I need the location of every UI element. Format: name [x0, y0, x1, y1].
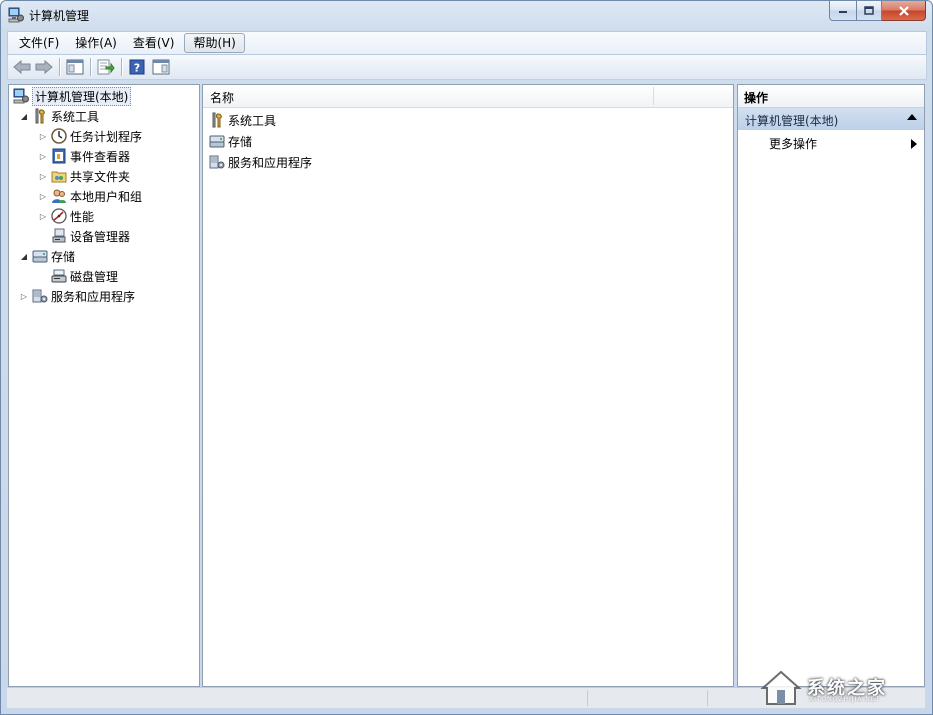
- watermark-subtext: XITONGZHIJIA.NET: [809, 696, 881, 703]
- more-actions-label: 更多操作: [769, 137, 818, 151]
- export-list-button[interactable]: [96, 57, 116, 77]
- watermark-logo: 系统之家 XITONGZHIJIA.NET: [759, 668, 924, 708]
- tree-label: 设备管理器: [70, 229, 131, 244]
- svg-text:?: ?: [134, 62, 140, 75]
- services-icon: [32, 289, 48, 303]
- expand-arrow-icon[interactable]: ▷: [38, 211, 48, 221]
- event-viewer-icon: [52, 148, 66, 164]
- tree-label: 服务和应用程序: [51, 289, 136, 304]
- expand-arrow-icon[interactable]: ▷: [38, 191, 48, 201]
- tree-label: 性能: [70, 209, 95, 224]
- tree-label: 计算机管理(本地): [32, 86, 132, 106]
- tree-label: 存储: [51, 249, 76, 264]
- actions-section-label: 计算机管理(本地): [745, 114, 839, 128]
- status-divider: [587, 690, 588, 706]
- back-arrow-icon: [13, 60, 31, 74]
- tools-icon: [35, 108, 45, 124]
- show-hide-action-pane-button[interactable]: [151, 57, 171, 77]
- tree-item-task-scheduler[interactable]: ▷ 任务计划程序: [38, 126, 142, 146]
- forward-button[interactable]: [34, 57, 54, 77]
- list-item-label: 存储: [228, 134, 253, 149]
- actions-title: 操作: [744, 91, 769, 105]
- expand-arrow-icon[interactable]: ▷: [19, 291, 29, 301]
- console-tree-pane: 计算机管理(本地) ◢ 系统工具 ▷ 任务计划程序 ▷ 事件查看器 ▷ 共享文件…: [8, 84, 200, 687]
- tree-item-disk-management[interactable]: 磁盘管理: [48, 266, 118, 286]
- expand-arrow-icon[interactable]: ▷: [38, 131, 48, 141]
- computer-management-icon: [13, 88, 29, 104]
- restore-icon: [864, 5, 874, 15]
- more-actions-item[interactable]: 更多操作: [769, 135, 919, 153]
- tree-item-event-viewer[interactable]: ▷ 事件查看器: [38, 146, 130, 166]
- services-icon: [209, 155, 225, 169]
- tree-label: 系统工具: [51, 109, 100, 124]
- status-divider: [707, 690, 708, 706]
- tree-label: 任务计划程序: [70, 129, 143, 144]
- console-tree-icon: [66, 59, 84, 75]
- toolbar: ?: [7, 55, 927, 80]
- back-button[interactable]: [12, 57, 32, 77]
- maximize-button[interactable]: [857, 1, 882, 21]
- help-icon: ?: [129, 59, 145, 75]
- tree-item-services-apps[interactable]: ▷ 服务和应用程序: [19, 286, 135, 306]
- list-item-label: 服务和应用程序: [228, 155, 313, 170]
- tree-item-local-users[interactable]: ▷ 本地用户和组: [38, 186, 142, 206]
- performance-icon: [51, 208, 67, 224]
- title-bar[interactable]: 计算机管理: [1, 1, 932, 29]
- menu-action[interactable]: 操作(A): [67, 33, 125, 53]
- tools-icon: [212, 112, 222, 128]
- column-name-header[interactable]: 名称: [210, 89, 234, 106]
- column-divider[interactable]: [653, 87, 654, 105]
- expand-arrow-icon[interactable]: ▷: [38, 171, 48, 181]
- menu-view[interactable]: 查看(V): [125, 33, 183, 53]
- tree-item-shared-folders[interactable]: ▷ 共享文件夹: [38, 166, 130, 186]
- list-item[interactable]: 存储: [209, 131, 252, 151]
- collapse-up-icon[interactable]: [907, 114, 917, 120]
- tree-item-storage[interactable]: ◢ 存储: [19, 246, 75, 266]
- actions-section-computer-management[interactable]: 计算机管理(本地): [738, 108, 924, 130]
- menu-bar: 文件(F) 操作(A) 查看(V) 帮助(H): [7, 31, 927, 55]
- tree-item-performance[interactable]: ▷ 性能: [38, 206, 94, 226]
- expand-arrow-icon[interactable]: ▷: [38, 151, 48, 161]
- menu-file[interactable]: 文件(F): [11, 33, 67, 53]
- storage-icon: [209, 135, 225, 148]
- tree-item-root[interactable]: 计算机管理(本地): [13, 86, 132, 106]
- list-item[interactable]: 系统工具: [209, 110, 276, 130]
- action-pane-icon: [152, 59, 170, 75]
- tree-label: 本地用户和组: [70, 189, 143, 204]
- shared-folder-icon: [51, 171, 67, 183]
- show-hide-console-tree-button[interactable]: [65, 57, 85, 77]
- device-manager-icon: [52, 228, 66, 243]
- collapse-arrow-icon[interactable]: ◢: [19, 251, 29, 261]
- help-button[interactable]: ?: [127, 57, 147, 77]
- tree-label: 共享文件夹: [70, 169, 131, 184]
- storage-icon: [32, 250, 48, 263]
- actions-header: 操作: [738, 85, 924, 108]
- tree-item-system-tools[interactable]: ◢ 系统工具: [19, 106, 99, 126]
- list-pane: 名称 系统工具 存储 服务和应用程序: [202, 84, 734, 687]
- minimize-button[interactable]: [829, 1, 857, 21]
- column-header[interactable]: 名称: [203, 85, 733, 108]
- collapse-arrow-icon[interactable]: ◢: [19, 111, 29, 121]
- computer-management-icon: [8, 7, 24, 23]
- list-item-label: 系统工具: [228, 113, 277, 128]
- actions-pane: 操作 计算机管理(本地) 更多操作: [737, 84, 925, 687]
- tree-label: 磁盘管理: [70, 269, 119, 284]
- forward-arrow-icon: [35, 60, 53, 74]
- window-title: 计算机管理: [29, 9, 90, 23]
- close-button[interactable]: [882, 1, 926, 21]
- close-icon: [898, 5, 909, 16]
- export-list-icon: [97, 59, 115, 75]
- menu-help[interactable]: 帮助(H): [184, 33, 245, 53]
- submenu-arrow-icon: [911, 139, 917, 149]
- tree-label: 事件查看器: [70, 149, 131, 164]
- computer-management-window: 计算机管理 文件(F) 操作(A) 查看(V) 帮助(H) ? 计算机管理(本地…: [0, 0, 933, 715]
- list-item[interactable]: 服务和应用程序: [209, 152, 312, 172]
- tree-item-device-manager[interactable]: 设备管理器: [48, 226, 130, 246]
- house-logo-icon: [760, 670, 802, 705]
- disk-management-icon: [51, 269, 67, 283]
- clock-icon: [51, 128, 67, 144]
- minimize-icon: [839, 10, 847, 13]
- users-icon: [52, 189, 66, 203]
